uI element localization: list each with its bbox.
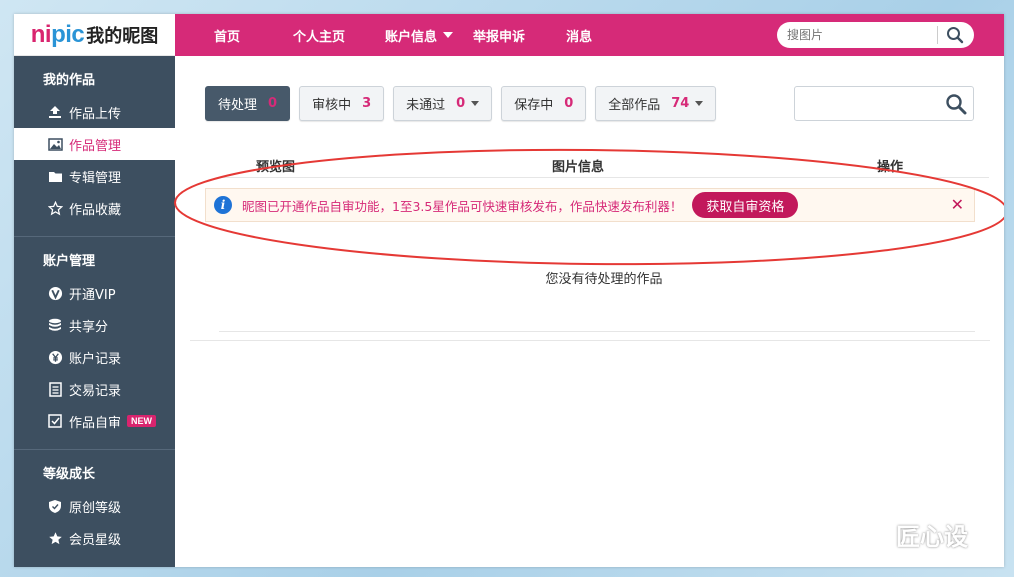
filter-rejected[interactable]: 未通过 0 [393,86,493,121]
col-preview: 预览图 [256,160,296,175]
search-icon [946,93,967,114]
sidebar-group-growth: 等级成长 原创等级 会员星级 [14,450,175,554]
divider [190,340,990,341]
chevron-down-icon [695,101,704,106]
sidebar-item-transactions[interactable]: 交易记录 [14,373,175,405]
divider [219,331,975,332]
watermark: 匠心设 [852,517,968,552]
sidebar-item-self-review[interactable]: 作品自审 NEW [14,405,175,437]
sidebar-item-member-stars[interactable]: 会员星级 [14,522,175,554]
star-icon [47,530,63,546]
sidebar-group-title: 账户管理 [43,254,96,269]
sidebar-item-shared-points[interactable]: 共享分 [14,309,175,341]
sidebar-item-account-records[interactable]: 账户记录 [14,341,175,373]
sidebar-item-upload[interactable]: 作品上传 [14,96,175,128]
status-filters: 待处理 0 审核中 3 未通过 0 保存中 0 全部作品 74 [205,86,725,121]
sidebar-item-original-level[interactable]: 原创等级 [14,490,175,522]
main-panel: 待处理0 审核中3 未通过0 保存中0 全部作品74 预览图 图片信息 [175,56,1004,567]
folder-icon [47,168,63,184]
col-image-info: 图片信息 [552,160,605,175]
nav-report-appeal[interactable]: 举报申诉 [473,14,525,56]
chevron-down-icon [471,101,480,106]
yen-icon [47,349,63,365]
sidebar-group-title: 我的作品 [43,73,96,88]
logo-title: 我的昵图 [86,25,159,47]
top-bar: nipic 我的昵图 首页 个人主页 账户信息 举报申诉 消息 [14,14,1004,56]
filter-saving[interactable]: 保存中 0 [501,86,587,121]
app-window: nipic 我的昵图 首页 个人主页 账户信息 举报申诉 消息 我的作品 作品上… [14,14,1004,567]
top-search-button[interactable] [938,22,972,48]
sidebar-item-works-manage[interactable]: 作品管理 [14,128,175,160]
nav-account-info[interactable]: 账户信息 [385,14,454,56]
image-icon [47,136,63,152]
empty-state-text: 您没有待处理的作品 [545,272,663,287]
sidebar-group-title: 等级成长 [43,467,96,482]
sidebar-item-favorites[interactable]: 作品收藏 [14,192,175,224]
sidebar-group-my-works: 我的作品 作品上传 作品管理 专辑管理 作品收藏 [14,56,175,237]
close-icon[interactable]: ✕ [951,197,964,213]
get-self-review-button[interactable]: 获取自审资格 [692,192,799,218]
info-icon: i [214,196,232,214]
shield-icon [47,498,63,514]
sidebar-group-account: 账户管理 开通VIP 共享分 账户记录 交易记录 作品自审 NEW [14,237,175,450]
top-search-input[interactable] [787,24,937,46]
coins-icon [47,317,63,333]
search-icon [947,27,964,44]
watermark-text: 匠心设 [896,523,968,551]
nav-profile[interactable]: 个人主页 [293,14,345,56]
main-nav: 首页 个人主页 账户信息 举报申诉 消息 [175,14,592,56]
notice-text: 昵图已开通作品自审功能，1至3.5星作品可快速审核发布，作品快速发布利器！ [242,198,683,214]
new-badge: NEW [127,415,157,427]
ledger-icon [47,381,63,397]
filter-all-works[interactable]: 全部作品 74 [595,86,717,121]
nav-home[interactable]: 首页 [214,14,240,56]
vip-icon [47,285,63,301]
wechat-icon [854,521,889,548]
sidebar: 我的作品 作品上传 作品管理 专辑管理 作品收藏 账户管理 开通VIP 共享分 … [14,56,175,567]
works-search-button[interactable] [939,87,973,120]
table-header: 预览图 图片信息 操作 [219,148,989,178]
filter-reviewing[interactable]: 审核中 3 [299,86,385,121]
sidebar-item-album-manage[interactable]: 专辑管理 [14,160,175,192]
logo[interactable]: nipic 我的昵图 [14,14,175,56]
nav-messages[interactable]: 消息 [566,14,592,56]
logo-wordmark: nipic [30,20,85,48]
works-search-box [794,86,974,121]
upload-icon [47,104,63,120]
self-review-icon [47,413,63,429]
star-outline-icon [47,200,63,216]
col-actions: 操作 [877,160,904,175]
filter-pending[interactable]: 待处理 0 [205,86,291,121]
works-search-input[interactable] [801,88,939,119]
self-review-notice: i 昵图已开通作品自审功能，1至3.5星作品可快速审核发布，作品快速发布利器！ … [205,188,975,222]
sidebar-item-vip[interactable]: 开通VIP [14,277,175,309]
chevron-down-icon [443,32,454,38]
top-search-box [777,22,974,48]
